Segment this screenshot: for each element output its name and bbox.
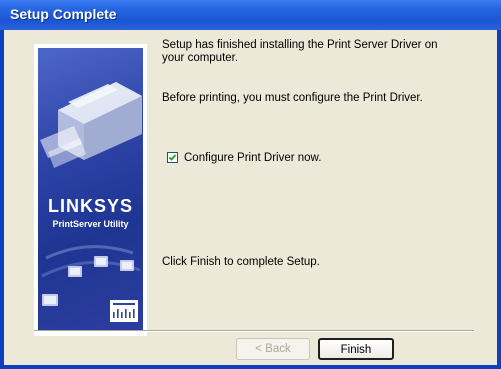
product-name: PrintServer Utility [52,219,129,229]
dialog-body: LINKSYS PrintServer Utility Setup has fi… [4,30,497,365]
finish-hint: Click Finish to complete Setup. [162,256,320,268]
completion-message: Setup has finished installing the Print … [162,39,438,64]
button-separator [34,330,474,332]
product-banner: LINKSYS PrintServer Utility [34,44,147,336]
finish-button[interactable]: Finish [318,338,394,360]
banner-artwork: LINKSYS PrintServer Utility [38,48,143,332]
cisco-systems-logo-icon [110,300,138,322]
window-title: Setup Complete [10,6,117,22]
window-border-bottom [0,365,501,369]
setup-complete-dialog: Setup Complete LINKSYS PrintServer Utili… [0,0,501,369]
configure-driver-checkbox[interactable] [167,152,178,163]
back-button[interactable]: < Back [236,338,310,360]
configure-driver-label[interactable]: Configure Print Driver now. [184,152,384,165]
linksys-logo: LINKSYS [47,196,133,216]
title-bar[interactable]: Setup Complete [0,0,501,30]
checkmark-icon [168,154,177,161]
configure-instruction: Before printing, you must configure the … [162,92,423,104]
window-border-right [497,30,501,369]
printer-illustration [40,82,142,306]
